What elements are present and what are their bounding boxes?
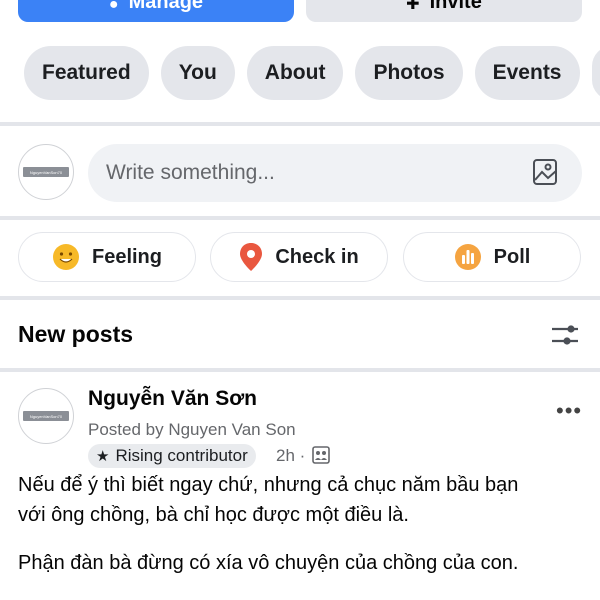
tab-label: Events [492, 61, 562, 84]
divider [0, 368, 600, 372]
avatar-image: NguyenVanSon70 [23, 411, 69, 421]
posted-by: Posted by Nguyen Van Son [88, 420, 296, 439]
post-timestamp[interactable]: 2h · [276, 446, 305, 466]
poll-button[interactable]: Poll [403, 232, 581, 282]
more-options-icon[interactable]: ••• [556, 398, 582, 424]
manage-button[interactable]: ● Manage [18, 0, 294, 22]
tab-events[interactable]: Events [474, 46, 580, 100]
timestamp-text: 2h [276, 446, 295, 465]
avatar-image: NguyenVanSon70 [23, 167, 69, 177]
poll-icon [454, 244, 481, 270]
post-text-line: Phận đàn bà đừng có xía vô chuyện của ch… [18, 552, 519, 574]
post-author-name[interactable]: Nguyễn Văn Sơn [88, 387, 257, 411]
shield-icon: ● [108, 0, 119, 13]
divider [0, 122, 600, 126]
location-pin-icon [240, 243, 263, 271]
manage-button-label: Manage [128, 0, 204, 13]
tab-label: Featured [42, 61, 131, 84]
emoji-icon [52, 244, 79, 270]
tab-you[interactable]: You [160, 46, 235, 100]
group-page: ● Manage ✚ Invite Featured You About Pho… [0, 0, 600, 600]
tab-photos[interactable]: Photos [355, 46, 463, 100]
divider [0, 296, 600, 300]
badge-label: Rising contributor [115, 446, 248, 465]
star-icon: ★ [96, 448, 110, 465]
avatar-text: NguyenVanSon70 [29, 413, 63, 419]
composer-placeholder: Write something... [106, 161, 275, 184]
tab-label: About [264, 61, 326, 84]
avatar-text: NguyenVanSon70 [29, 169, 63, 175]
check-in-label: Check in [275, 245, 359, 268]
post-text-line: Nếu để ý thì biết ngay chứ, nhưng cả chụ… [18, 474, 519, 496]
post-text-line: với ông chồng, bà chỉ học được một điều … [18, 504, 409, 526]
tab-more[interactable] [592, 46, 600, 100]
photo-icon[interactable] [532, 158, 558, 186]
group-privacy-icon [312, 446, 330, 464]
group-tabs: Featured You About Photos Events [24, 46, 580, 100]
invite-button-label: Invite [429, 0, 482, 13]
tab-featured[interactable]: Featured [24, 46, 149, 100]
divider [0, 216, 600, 220]
new-posts-title: New posts [18, 321, 134, 347]
add-person-icon: ✚ [406, 0, 420, 13]
feeling-label: Feeling [91, 245, 162, 268]
composer-avatar[interactable]: NguyenVanSon70 [18, 144, 74, 200]
tab-about[interactable]: About [246, 46, 344, 100]
post-author-avatar[interactable]: NguyenVanSon70 [18, 388, 74, 444]
tab-label: You [178, 61, 217, 84]
feeling-button[interactable]: Feeling [18, 232, 196, 282]
poll-label: Poll [493, 245, 531, 268]
write-something-input[interactable]: Write something... [88, 144, 582, 202]
tab-label: Photos [373, 61, 445, 84]
check-in-button[interactable]: Check in [210, 232, 388, 282]
rising-contributor-badge[interactable]: ★ Rising contributor [88, 444, 256, 468]
invite-button[interactable]: ✚ Invite [306, 0, 582, 22]
filter-icon[interactable] [550, 322, 580, 348]
